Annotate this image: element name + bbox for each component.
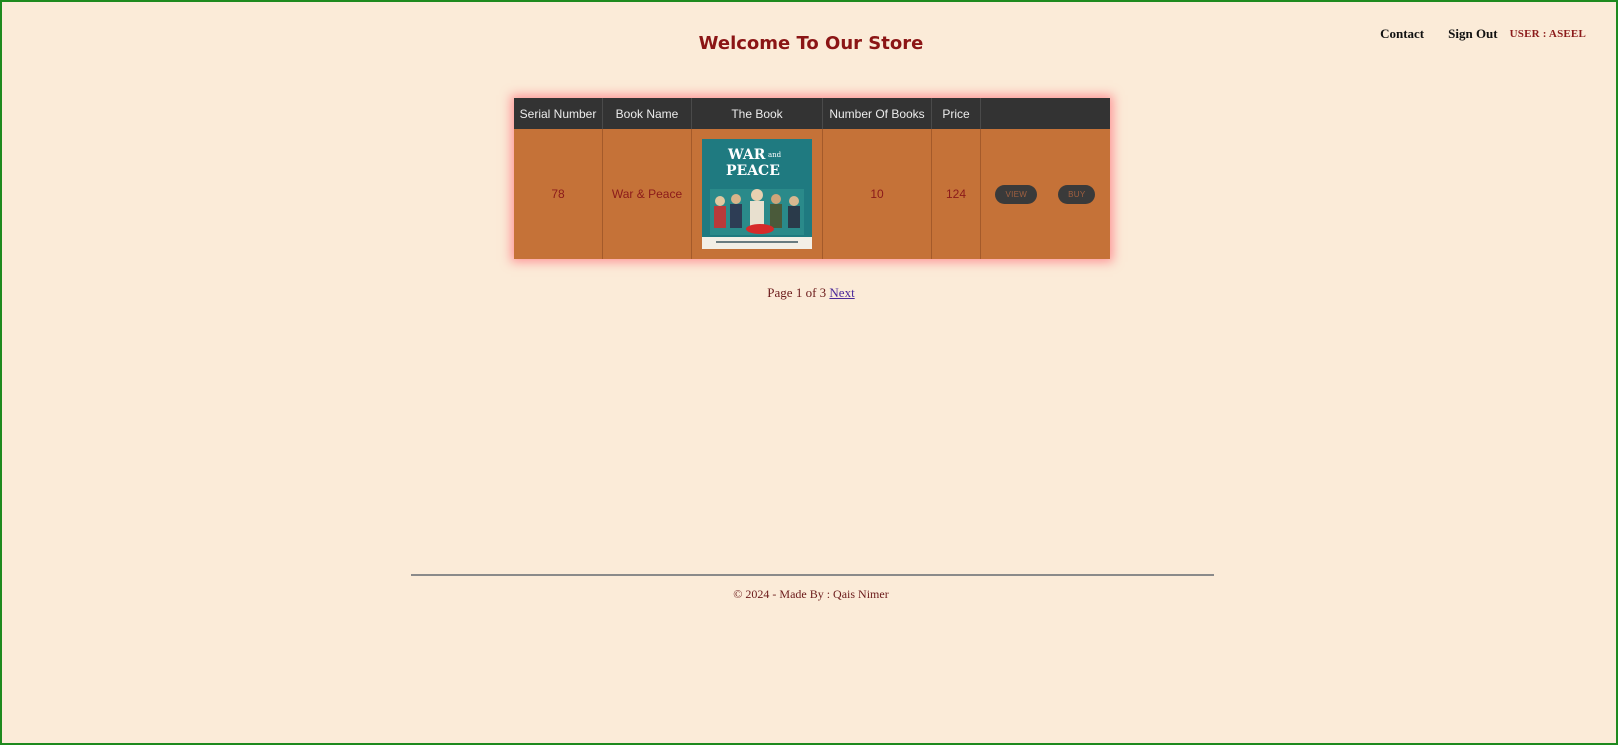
book-cover-image: WAR and PEACE [702, 139, 812, 249]
header-the-book: The Book [691, 98, 823, 129]
buy-button[interactable]: BUY [1058, 184, 1096, 204]
books-table-container: Serial Number Book Name The Book Number … [514, 98, 1110, 259]
table-header-row: Serial Number Book Name The Book Number … [514, 98, 1110, 129]
page-title: Welcome To Our Store [698, 33, 924, 54]
cover-title-line2: PEACE [726, 163, 780, 179]
cover-title-line1: WAR [727, 147, 766, 163]
footer-copyright: © 2024 - Made By : Qais Nimer [733, 587, 889, 601]
footer-divider [411, 574, 1214, 576]
header-number-of-books: Number Of Books [822, 98, 932, 129]
actions-cell: VIEW BUY [980, 129, 1110, 259]
book-name-cell: War & Peace [602, 129, 692, 259]
header-serial-number: Serial Number [514, 98, 603, 129]
row-actions: VIEW BUY [981, 184, 1110, 204]
header-book-name: Book Name [602, 98, 692, 129]
book-cover-cell: WAR and PEACE [691, 129, 823, 259]
header-actions [980, 98, 1110, 129]
cover-title-small: and [768, 151, 782, 159]
table-row: 78 War & Peace WAR and PEACE 10 124 VIEW… [514, 129, 1110, 259]
books-table: Serial Number Book Name The Book Number … [514, 98, 1110, 259]
pagination-text: Page 1 of 3 [767, 285, 827, 300]
pagination: Page 1 of 3 Next [2, 285, 1618, 301]
number-of-books-cell: 10 [822, 129, 932, 259]
view-button[interactable]: VIEW [995, 184, 1038, 204]
next-page-link[interactable]: Next [829, 285, 854, 300]
price-cell: 124 [931, 129, 981, 259]
serial-number-cell: 78 [514, 129, 603, 259]
header-price: Price [931, 98, 981, 129]
